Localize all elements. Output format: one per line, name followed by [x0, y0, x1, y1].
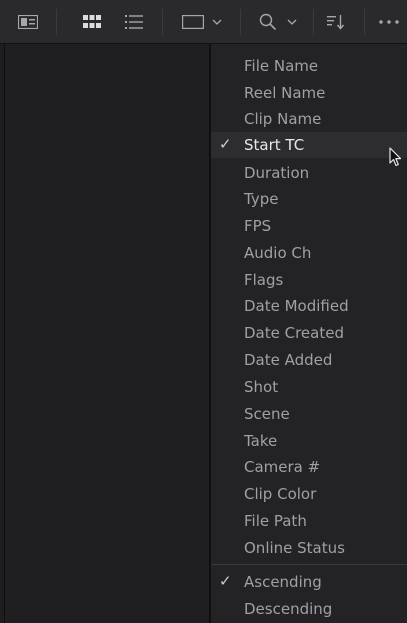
menu-item-duration[interactable]: Duration	[211, 160, 407, 186]
more-options-icon	[379, 20, 399, 24]
menu-item-flags[interactable]: Flags	[211, 267, 407, 293]
menu-item-take[interactable]: Take	[211, 428, 407, 454]
menu-item-clip-name[interactable]: Clip Name	[211, 106, 407, 132]
menu-item-online-status[interactable]: Online Status	[211, 535, 407, 561]
menu-item-label: Clip Color	[244, 485, 317, 503]
menu-item-reel-name[interactable]: Reel Name	[211, 80, 407, 106]
menu-item-type[interactable]: Type	[211, 186, 407, 212]
menu-item-label: Reel Name	[244, 84, 326, 102]
chevron-down-icon	[287, 19, 297, 25]
menu-item-shot[interactable]: Shot	[211, 374, 407, 400]
metadata-view-icon	[18, 15, 38, 29]
search-icon	[259, 13, 277, 31]
menu-item-file-path[interactable]: File Path	[211, 508, 407, 534]
menu-item-label: Date Created	[244, 324, 344, 342]
menu-item-label: FPS	[244, 217, 272, 235]
search-button[interactable]	[254, 6, 302, 38]
metadata-view-button[interactable]	[14, 6, 42, 38]
menu-item-file-name[interactable]: File Name	[211, 53, 407, 79]
menu-item-label: Duration	[244, 164, 310, 182]
menu-item-label: Shot	[244, 378, 279, 396]
more-options-button[interactable]	[374, 6, 404, 38]
sort-by-menu: File Name Reel Name Clip Name ✓ Start TC…	[210, 44, 407, 623]
sort-button[interactable]	[324, 6, 348, 38]
menu-item-label: Start TC	[244, 136, 305, 154]
menu-item-label: Date Added	[244, 351, 333, 369]
toolbar-divider	[364, 9, 365, 35]
sort-icon	[327, 14, 345, 30]
menu-item-audio-ch[interactable]: Audio Ch	[211, 240, 407, 266]
menu-item-label: Descending	[244, 600, 333, 618]
toolbar-divider	[56, 9, 57, 35]
menu-item-label: File Path	[244, 512, 307, 530]
list-view-icon	[125, 15, 143, 29]
menu-item-label: Type	[244, 190, 279, 208]
menu-item-label: Ascending	[244, 573, 322, 591]
menu-item-label: Online Status	[244, 539, 345, 557]
chevron-down-icon	[212, 19, 222, 25]
menu-divider	[211, 564, 407, 565]
media-pool-window: File Name Reel Name Clip Name ✓ Start TC…	[0, 0, 407, 623]
clip-size-button[interactable]	[176, 6, 228, 38]
menu-item-scene[interactable]: Scene	[211, 401, 407, 427]
thumbnail-view-icon	[83, 15, 101, 29]
toolbar-divider	[313, 9, 314, 35]
menu-item-fps[interactable]: FPS	[211, 213, 407, 239]
thumbnail-view-button[interactable]	[80, 6, 104, 38]
menu-item-label: Take	[244, 432, 278, 450]
menu-item-descending[interactable]: Descending	[211, 596, 407, 622]
menu-item-ascending[interactable]: ✓ Ascending	[211, 569, 407, 595]
menu-item-label: Date Modified	[244, 297, 349, 315]
menu-item-date-added[interactable]: Date Added	[211, 347, 407, 373]
checkmark-icon: ✓	[219, 572, 232, 590]
checkmark-icon: ✓	[219, 135, 232, 153]
menu-item-label: Flags	[244, 271, 284, 289]
menu-item-label: Scene	[244, 405, 290, 423]
menu-item-label: Audio Ch	[244, 244, 312, 262]
clip-size-icon	[182, 15, 204, 29]
menu-item-label: Clip Name	[244, 110, 322, 128]
bin-list-panel	[4, 44, 210, 623]
mouse-pointer-icon	[389, 147, 403, 171]
menu-item-start-tc[interactable]: ✓ Start TC	[211, 132, 407, 158]
toolbar-divider	[240, 9, 241, 35]
list-view-button[interactable]	[122, 6, 146, 38]
menu-item-label: File Name	[244, 57, 319, 75]
menu-item-label: Camera #	[244, 458, 321, 476]
menu-item-clip-color[interactable]: Clip Color	[211, 481, 407, 507]
menu-item-camera-number[interactable]: Camera #	[211, 454, 407, 480]
media-pool-toolbar	[0, 0, 407, 44]
menu-item-date-modified[interactable]: Date Modified	[211, 293, 407, 319]
toolbar-divider	[162, 9, 163, 35]
menu-item-date-created[interactable]: Date Created	[211, 320, 407, 346]
